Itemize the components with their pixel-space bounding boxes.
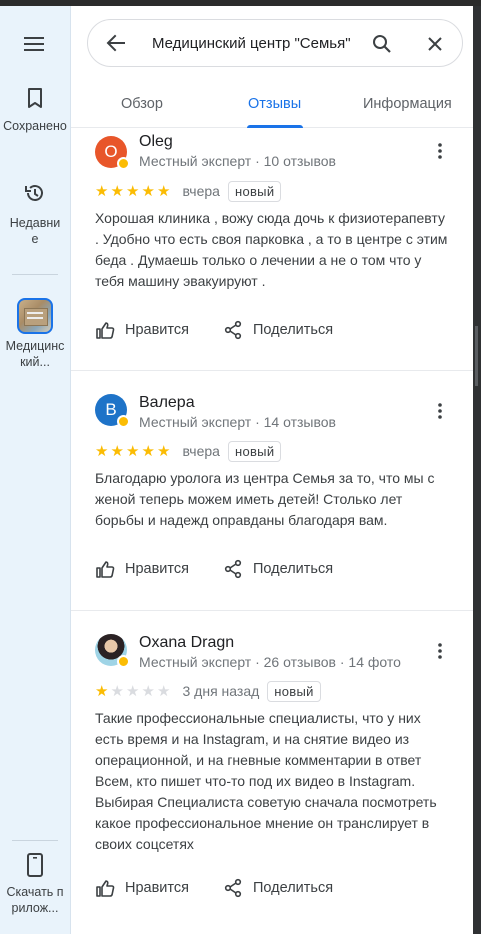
tab-overview[interactable]: Обзор [121, 96, 163, 112]
avatar-initial: O [104, 142, 118, 161]
star-filled-icon: ★ [95, 442, 109, 460]
like-label: Нравится [125, 561, 189, 577]
avatar-initial: B [105, 400, 117, 419]
new-badge: новый [267, 680, 321, 702]
search-icon[interactable] [370, 32, 394, 56]
star-filled-icon: ★ [110, 442, 124, 460]
review-text: Такие профессиональные специалисты, что … [95, 710, 437, 852]
close-icon[interactable] [423, 32, 447, 56]
review-card: Oxana Dragn Местный эксперт · 26 отзывов… [71, 612, 473, 934]
star-filled-icon: ★ [157, 442, 171, 460]
search-box[interactable]: Медицинский центр "Семья" [87, 19, 463, 67]
like-button[interactable]: Нравится [95, 559, 189, 579]
share-icon [224, 878, 242, 898]
more-options-icon[interactable] [431, 402, 449, 420]
review-actions: Нравится Поделиться [95, 870, 333, 906]
reviewer-meta: Местный эксперт · 14 отзывов [139, 414, 336, 430]
review-date: вчера [182, 443, 220, 459]
rail-recent-label: Недавние [9, 216, 61, 246]
star-filled-icon: ★ [126, 182, 140, 200]
thumb-up-icon [96, 322, 115, 339]
share-button[interactable]: Поделиться [223, 320, 333, 340]
star-empty-icon: ★ [110, 682, 124, 700]
share-button[interactable]: Поделиться [223, 559, 333, 579]
rating-row: ★ ★ ★ ★ ★ 3 дня назад новый [95, 680, 321, 702]
phone-icon [27, 853, 43, 877]
star-filled-icon: ★ [110, 182, 124, 200]
like-button[interactable]: Нравится [95, 320, 189, 340]
rail-divider-bottom [12, 840, 58, 841]
like-button[interactable]: Нравится [95, 878, 189, 898]
rating-row: ★ ★ ★ ★ ★ вчера новый [95, 180, 282, 202]
star-filled-icon: ★ [141, 182, 155, 200]
star-empty-icon: ★ [126, 682, 140, 700]
reviewer-name[interactable]: Валера [139, 394, 195, 412]
avatar[interactable] [95, 634, 130, 668]
rating-row: ★ ★ ★ ★ ★ вчера новый [95, 440, 282, 462]
share-icon [224, 320, 242, 340]
star-rating: ★ ★ ★ ★ ★ [95, 684, 173, 699]
rail-saved[interactable]: Сохранено [0, 86, 70, 134]
place-panel: Медицинский центр "Семья" Обзор Отзывы И… [71, 6, 473, 934]
star-filled-icon: ★ [95, 182, 109, 200]
rail-saved-label: Сохранено [3, 119, 67, 133]
avatar[interactable]: O [95, 136, 130, 170]
star-rating: ★ ★ ★ ★ ★ [95, 184, 173, 199]
tab-info[interactable]: Информация [363, 96, 452, 112]
map-edge-strip [473, 6, 481, 934]
thumb-up-icon [96, 880, 115, 897]
rail-place[interactable]: Медицинский... [0, 298, 70, 370]
rail-download[interactable]: Скачать прилож... [0, 852, 70, 916]
rail-download-label: Скачать прилож... [6, 885, 64, 915]
review-card: O Oleg Местный эксперт · 10 отзывов ★ ★ ★ ★… [71, 128, 473, 371]
share-label: Поделиться [252, 561, 334, 577]
review-date: 3 дня назад [182, 683, 260, 699]
search-input[interactable]: Медицинский центр "Семья" [152, 35, 358, 52]
reviewer-meta: Местный эксперт · 10 отзывов [139, 153, 336, 169]
share-icon [224, 559, 242, 579]
share-label: Поделиться [252, 322, 334, 338]
thumb-up-icon [96, 561, 115, 578]
avatar[interactable]: B [95, 394, 130, 428]
more-options-icon[interactable] [431, 142, 449, 160]
local-guide-badge-icon [117, 415, 130, 428]
rail-divider [12, 274, 58, 275]
rail-place-label: Медицинский... [5, 339, 65, 369]
local-guide-badge-icon [117, 157, 130, 170]
star-empty-icon: ★ [157, 682, 171, 700]
more-options-icon[interactable] [431, 642, 449, 660]
like-label: Нравится [125, 322, 189, 338]
like-label: Нравится [125, 880, 189, 896]
back-arrow-icon[interactable] [104, 31, 128, 55]
history-icon [25, 185, 43, 201]
star-filled-icon: ★ [141, 442, 155, 460]
star-filled-icon: ★ [95, 682, 109, 700]
star-rating: ★ ★ ★ ★ ★ [95, 444, 173, 459]
review-actions: Нравится Поделиться [95, 551, 333, 587]
star-filled-icon: ★ [157, 182, 171, 200]
star-empty-icon: ★ [141, 682, 155, 700]
new-badge: новый [227, 440, 282, 462]
share-button[interactable]: Поделиться [223, 878, 333, 898]
new-badge: новый [227, 180, 282, 202]
reviewer-name[interactable]: Oxana Dragn [139, 634, 234, 652]
tab-bar: Обзор Отзывы Информация [71, 82, 473, 128]
share-label: Поделиться [252, 880, 334, 896]
reviewer-meta: Местный эксперт · 26 отзывов · 14 фото [139, 654, 401, 670]
local-guide-badge-icon [117, 655, 130, 668]
rail-recent[interactable]: Недавние [0, 181, 70, 247]
left-rail: Сохранено Недавние Медицинский... Скачат… [0, 6, 71, 934]
tab-reviews[interactable]: Отзывы [248, 96, 301, 112]
reviewer-name[interactable]: Oleg [139, 133, 173, 151]
review-card: B Валера Местный эксперт · 14 отзывов ★ ★… [71, 372, 473, 611]
review-date: вчера [182, 183, 220, 199]
place-thumbnail [17, 298, 53, 334]
review-text: Благодарю уролога из центра Семья за то,… [95, 470, 435, 528]
menu-icon[interactable] [22, 34, 48, 54]
bookmark-icon [28, 88, 42, 108]
review-text: Хорошая клиника , вожу сюда дочь к физио… [95, 210, 448, 289]
star-filled-icon: ★ [126, 442, 140, 460]
reviews-list: O Oleg Местный эксперт · 10 отзывов ★ ★ ★ ★… [71, 128, 473, 934]
review-actions: Нравится Поделиться [95, 312, 333, 348]
